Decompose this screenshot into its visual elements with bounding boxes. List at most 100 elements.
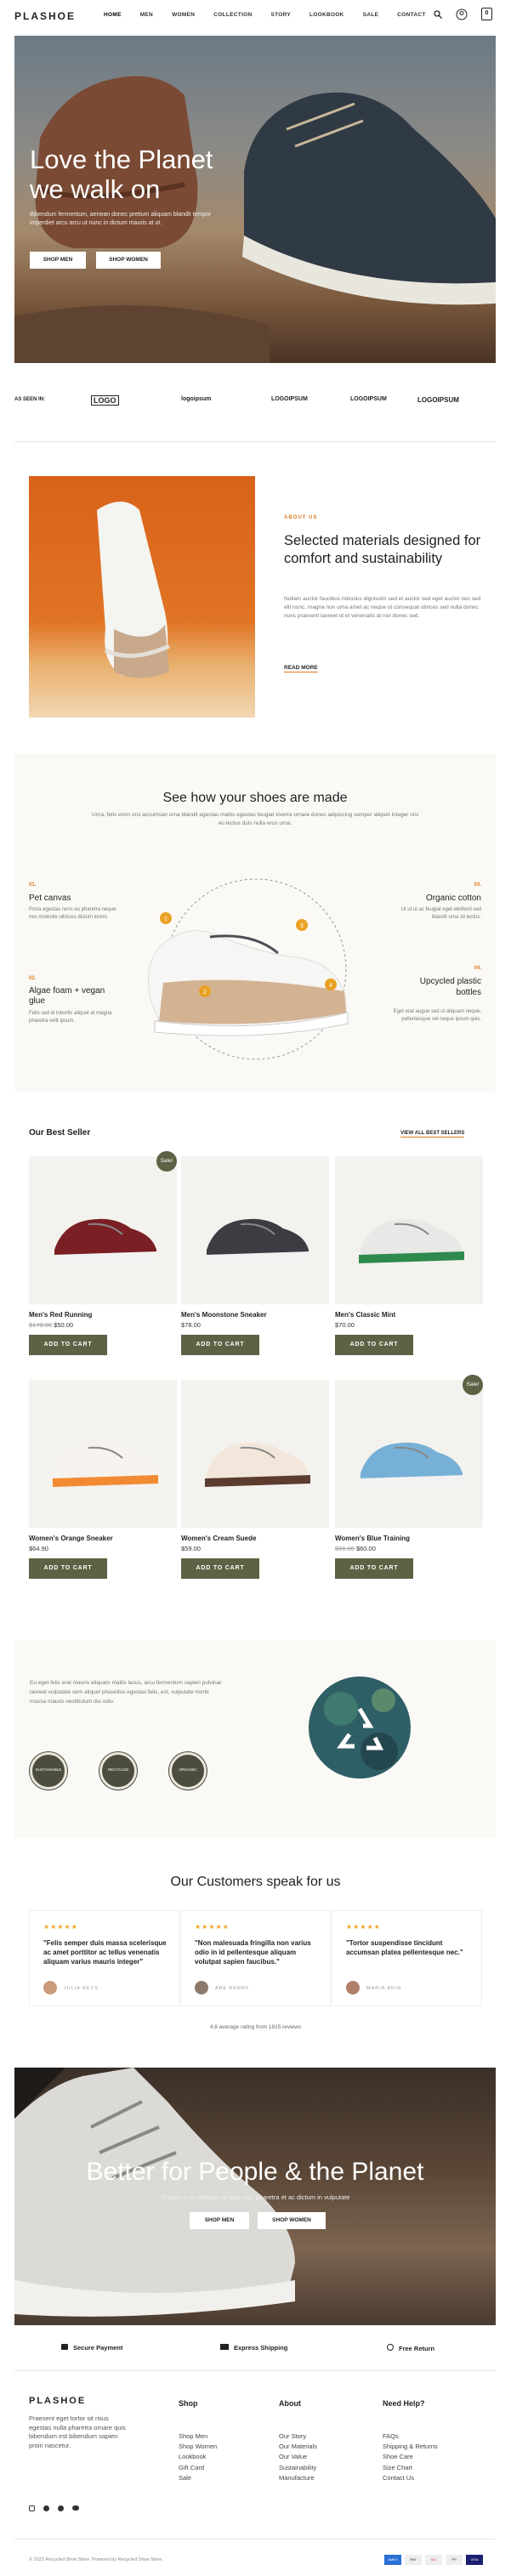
avatar <box>346 1981 360 1994</box>
footer-link[interactable]: Manufacture <box>279 2473 315 2483</box>
old-price: $66.00 <box>335 1545 355 1552</box>
footer-link[interactable]: Our Materials <box>279 2442 317 2452</box>
footer-link[interactable]: Our Value <box>279 2452 307 2462</box>
product-image[interactable] <box>29 1380 177 1528</box>
product-image[interactable] <box>335 1156 483 1304</box>
lock-icon <box>61 2344 68 2350</box>
return-icon <box>387 2344 394 2351</box>
footer-text: Praesent eget tortor sit risus egestas n… <box>29 2414 126 2449</box>
cart-count: 0 <box>485 10 489 16</box>
perk-secure-payment: Secure Payment <box>61 2344 122 2352</box>
footer-link[interactable]: Our Story <box>279 2431 306 2442</box>
brands-row: AS SEEN IN: LOGO logoipsum LOGOIPSUM LOG… <box>14 395 496 406</box>
footer-link[interactable]: Shop Women <box>179 2442 217 2452</box>
add-to-cart-button[interactable]: ADD TO CART <box>29 1558 107 1579</box>
current-price: $70.00 <box>335 1321 355 1329</box>
menu-item-collection[interactable]: COLLECTION <box>213 12 252 18</box>
review-stars: ★★★★★ <box>195 1923 230 1931</box>
about-image <box>29 476 255 718</box>
perk-free-return: Free Return <box>387 2344 434 2352</box>
product-name[interactable]: Men's Red Running <box>29 1311 92 1319</box>
footer-link[interactable]: Contact Us <box>383 2473 414 2483</box>
footer-logo[interactable]: PLASHOE <box>29 2396 86 2406</box>
product-shoe-image <box>205 1218 310 1263</box>
badge-organic: ORGANIC <box>169 1752 207 1790</box>
hero-section: Love the Planet we walk on Bibendum ferme… <box>14 36 496 363</box>
features-section: See how your shoes are made Urna, felis … <box>14 753 496 1092</box>
product-name[interactable]: Women's Cream Suede <box>181 1535 256 1542</box>
site-logo[interactable]: PLASHOE <box>14 10 76 22</box>
add-to-cart-button[interactable]: ADD TO CART <box>181 1558 259 1579</box>
footer-link[interactable]: Size Chart <box>383 2463 412 2473</box>
footer-link[interactable]: Shipping & Returns <box>383 2442 438 2452</box>
product-price: $70.00 <box>335 1321 355 1329</box>
add-to-cart-button[interactable]: ADD TO CART <box>29 1335 107 1355</box>
add-to-cart-button[interactable]: ADD TO CART <box>335 1558 413 1579</box>
feature-3-title: Organic cotton <box>425 894 481 903</box>
brand-logo-5: LOGOIPSUM <box>417 396 459 404</box>
product-image[interactable] <box>181 1156 329 1304</box>
feature-1-title: Pet canvas <box>29 894 71 903</box>
add-to-cart-button[interactable]: ADD TO CART <box>181 1335 259 1355</box>
footer-link[interactable]: Lookbook <box>179 2452 207 2462</box>
product-price: $64.90 <box>29 1545 48 1552</box>
hero-text: Bibendum fermentum, aenean donec pretium… <box>30 212 212 226</box>
perk-express-shipping: Express Shipping <box>220 2344 287 2352</box>
menu-item-contact[interactable]: CONTACT <box>397 12 425 18</box>
shop-women-button[interactable]: SHOP WOMEN <box>96 252 161 269</box>
review-card-1: ★★★★★ "Felis semper duis massa scelerisq… <box>29 1910 179 2006</box>
user-icon[interactable] <box>456 9 468 20</box>
twitter-icon[interactable] <box>72 2505 79 2511</box>
footer-link[interactable]: FAQs <box>383 2431 399 2442</box>
product-price: $59.00 <box>181 1545 201 1552</box>
menu-item-men[interactable]: MEN <box>140 12 153 18</box>
recycle-image <box>309 1677 411 1779</box>
current-price: $60.00 <box>355 1545 376 1552</box>
review-card-2: ★★★★★ "Non malesuada fringilla non variu… <box>180 1910 331 2006</box>
footer-col-title: About <box>279 2399 301 2408</box>
footer-link[interactable]: Sustainability <box>279 2463 316 2473</box>
footer-link[interactable]: Sale <box>179 2473 191 2483</box>
banner-title: Better for People & the Planet <box>86 2158 424 2186</box>
product-name[interactable]: Men's Classic Mint <box>335 1311 395 1319</box>
sale-badge: Sale! <box>156 1151 177 1172</box>
banner-shop-women-button[interactable]: SHOP WOMEN <box>258 2212 326 2229</box>
about-text: Nullam auctor faucibus ridiculus digniss… <box>284 596 481 619</box>
product-shoe-image <box>359 1442 464 1487</box>
visa-icon: VISA <box>466 2555 483 2565</box>
pinterest-icon[interactable] <box>43 2505 49 2511</box>
footer-link[interactable]: Shop Men <box>179 2431 207 2442</box>
product-image[interactable] <box>181 1380 329 1528</box>
menu-item-sale[interactable]: SALE <box>363 12 379 18</box>
brand-logo-1: LOGO <box>91 395 119 406</box>
menu-item-home[interactable]: HOME <box>104 12 122 18</box>
add-to-cart-button[interactable]: ADD TO CART <box>335 1335 413 1355</box>
search-icon[interactable] <box>434 10 442 19</box>
review-stars: ★★★★★ <box>346 1923 381 1931</box>
truck-icon <box>220 2344 229 2350</box>
product-image[interactable] <box>335 1380 483 1528</box>
product-name[interactable]: Women's Orange Sneaker <box>29 1535 113 1542</box>
banner-shop-men-button[interactable]: SHOP MEN <box>190 2212 249 2229</box>
facebook-icon[interactable] <box>58 2505 64 2511</box>
product-image[interactable] <box>29 1156 177 1304</box>
read-more-link[interactable]: READ MORE <box>284 665 318 672</box>
shop-men-button[interactable]: SHOP MEN <box>30 252 86 269</box>
feature-1-num: 01. <box>29 882 37 888</box>
menu-item-story[interactable]: STORY <box>270 12 291 18</box>
product-name[interactable]: Men's Moonstone Sneaker <box>181 1311 267 1319</box>
view-all-bestsellers-link[interactable]: VIEW ALL BEST SELLERS <box>400 1131 465 1138</box>
instagram-icon[interactable] <box>29 2505 35 2511</box>
menu-item-lookbook[interactable]: LOOKBOOK <box>309 12 344 18</box>
applepay-icon: PAY <box>405 2555 422 2565</box>
cart-icon[interactable]: 0 <box>481 8 492 20</box>
brand-logo-3: LOGOIPSUM <box>271 396 308 402</box>
reviewer-name: JULIA KEYS <box>64 1986 99 1991</box>
menu-item-women[interactable]: WOMEN <box>172 12 195 18</box>
product-shoe-image <box>53 1218 158 1263</box>
footer-link[interactable]: Shoe Care <box>383 2452 413 2462</box>
footer-link[interactable]: Gift Card <box>179 2463 204 2473</box>
marker-2-label: 2 <box>203 990 207 996</box>
about-title: Selected materials designed for comfort … <box>284 533 481 566</box>
product-name[interactable]: Women's Blue Training <box>335 1535 410 1542</box>
